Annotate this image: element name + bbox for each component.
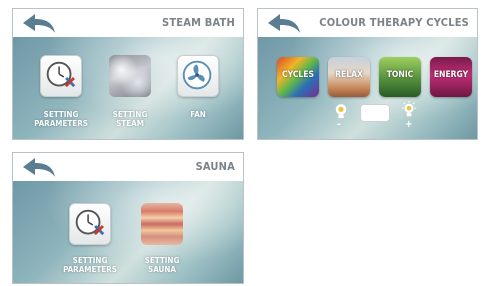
- steam-bath-panel: STEAM BATH SETTING PARAMETERS SETTING STEA…: [12, 8, 244, 140]
- bulb-bright-icon[interactable]: [400, 101, 418, 119]
- back-arrow-icon[interactable]: [21, 13, 57, 35]
- energy-button[interactable]: ENERGY: [430, 57, 472, 97]
- fan-label: FAN: [190, 110, 206, 119]
- fan-icon: [182, 60, 212, 90]
- sauna-screen: SETTING PARAMETERS SETTING SAUNA: [13, 181, 243, 283]
- relax-button[interactable]: RELAX: [328, 57, 370, 97]
- setting-parameters-label: SETTING PARAMETERS: [63, 256, 117, 274]
- sauna-panel: SAUNA SETTING PARAMETERS SETTING SAUNA: [12, 152, 244, 284]
- back-arrow-icon[interactable]: [266, 13, 302, 35]
- page-title: COLOUR THERAPY CYCLES: [319, 16, 469, 29]
- setting-steam-label: SETTING STEAM: [112, 110, 148, 128]
- clock-tools-icon: [46, 61, 76, 88]
- tonic-button[interactable]: TONIC: [379, 57, 421, 97]
- setting-steam-button[interactable]: [109, 55, 151, 97]
- clock-tools-icon: [75, 209, 105, 236]
- decrease-brightness-label: -: [337, 119, 341, 130]
- setting-sauna-label: SETTING SAUNA: [144, 256, 180, 274]
- cycles-button[interactable]: CYCLES: [277, 57, 319, 97]
- sauna-header: SAUNA: [13, 153, 243, 181]
- setting-parameters-button[interactable]: [40, 55, 82, 97]
- colour-therapy-screen: CYCLES RELAX TONIC ENERGY - +: [258, 37, 477, 139]
- steam-bath-screen: SETTING PARAMETERS SETTING STEAM FAN: [13, 37, 243, 139]
- back-arrow-icon[interactable]: [21, 157, 57, 179]
- steam-bath-header: STEAM BATH: [13, 9, 243, 37]
- increase-brightness-label: +: [405, 119, 413, 130]
- setting-parameters-button[interactable]: [69, 203, 111, 245]
- page-title: STEAM BATH: [162, 16, 235, 29]
- fan-button[interactable]: [177, 55, 219, 97]
- colour-therapy-header: COLOUR THERAPY CYCLES: [258, 9, 477, 37]
- brightness-slider[interactable]: [360, 104, 390, 122]
- colour-therapy-panel: COLOUR THERAPY CYCLES CYCLES RELAX TONIC…: [257, 8, 478, 140]
- page-title: SAUNA: [195, 160, 235, 173]
- setting-sauna-button[interactable]: [141, 203, 183, 245]
- setting-parameters-label: SETTING PARAMETERS: [34, 110, 88, 128]
